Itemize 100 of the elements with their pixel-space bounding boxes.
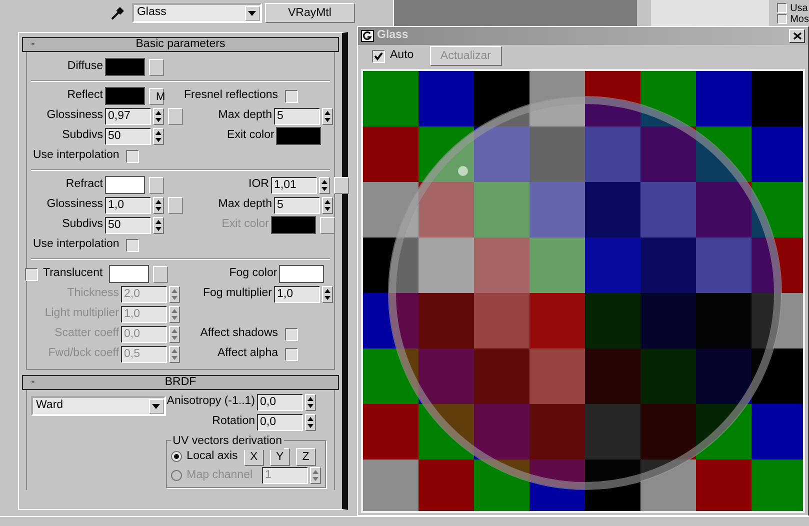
checkbox[interactable] — [285, 328, 298, 340]
up-down-arrows-icon — [311, 468, 320, 483]
number-field[interactable]: 1,01 — [271, 176, 317, 194]
spinner-button[interactable] — [153, 128, 164, 144]
rollout-header[interactable]: - BRDF — [22, 375, 339, 390]
checkmark-icon — [374, 52, 383, 60]
up-down-arrows-icon — [154, 218, 163, 232]
rollout-title: Basic parameters — [136, 38, 226, 50]
field-label: Fresnel reflections — [184, 88, 279, 104]
field-label: Affect shadows — [200, 326, 279, 342]
checkbox[interactable] — [126, 150, 140, 162]
number-field[interactable]: 1,0 — [274, 286, 320, 302]
spinner-button[interactable] — [153, 196, 164, 214]
color-swatch[interactable] — [105, 58, 145, 76]
field-label: Glossiness — [46, 197, 104, 212]
field-label: Use interpolation — [33, 237, 120, 252]
spinner-button[interactable] — [322, 196, 333, 214]
field-label: IOR — [248, 177, 270, 192]
brdf-type: Ward — [36, 398, 64, 414]
checkbox[interactable] — [25, 268, 38, 280]
collapse-toggle[interactable]: - — [31, 38, 35, 51]
up-down-arrows-icon — [170, 326, 179, 342]
radio-label: Map channel — [186, 468, 253, 483]
map-button[interactable] — [149, 58, 164, 76]
app-icon — [361, 30, 374, 42]
material-name: Glass — [136, 5, 166, 20]
checkbox-label: Auto — [390, 48, 414, 64]
field-label: Exit color — [227, 128, 276, 144]
brdf-type-dropdown[interactable]: Ward — [31, 396, 166, 416]
radio-button[interactable] — [170, 451, 182, 462]
number-field[interactable]: 1,0 — [105, 196, 151, 214]
checkbox[interactable] — [372, 50, 385, 62]
number-field[interactable]: 5 — [274, 108, 320, 124]
close-icon — [792, 32, 802, 40]
checkbox-label: Mos — [790, 14, 809, 24]
number-field[interactable]: 5 — [274, 196, 320, 214]
number-field[interactable]: 50 — [105, 128, 151, 144]
close-button[interactable] — [789, 29, 805, 43]
field-label: Anisotropy (-1..1) — [166, 394, 256, 410]
material-name-dropdown[interactable]: Glass — [132, 3, 262, 23]
field-label: Scatter coeff — [54, 326, 120, 342]
checkbox[interactable] — [285, 90, 298, 102]
up-down-arrows-icon — [154, 128, 163, 144]
number-field[interactable]: 0,97 — [105, 108, 151, 124]
caret-icon — [152, 404, 160, 408]
field-label: Use interpolation — [33, 148, 120, 164]
field-label: Reflect — [67, 88, 104, 104]
axis-button[interactable]: Z — [296, 448, 316, 466]
field-label: Max depth — [218, 108, 273, 124]
number-field[interactable]: 0,0 — [257, 414, 303, 430]
map-button[interactable]: M — [149, 88, 164, 104]
spinner-button[interactable] — [322, 108, 333, 124]
up-down-arrows-icon — [320, 178, 329, 192]
up-down-arrows-icon — [306, 394, 315, 410]
field-label: Subdivs — [62, 217, 104, 232]
field-label: Max depth — [218, 197, 273, 212]
up-down-arrows-icon — [154, 198, 163, 212]
rollout-title: BRDF — [164, 376, 196, 388]
radio-label: Local axis — [186, 448, 238, 464]
caret-icon — [248, 10, 256, 16]
up-down-arrows-icon — [306, 414, 315, 430]
spinner-button[interactable] — [153, 108, 164, 124]
field-label: Translucent — [43, 266, 104, 282]
up-down-arrows-icon — [170, 346, 179, 362]
checkbox-label: Usa — [790, 2, 808, 14]
checkbox[interactable] — [285, 348, 298, 360]
color-swatch[interactable] — [105, 87, 145, 105]
map-button[interactable] — [152, 266, 168, 282]
rollout-header[interactable]: - Basic parameters — [22, 37, 339, 52]
checkbox[interactable] — [777, 14, 788, 24]
material-type-button[interactable]: VRayMtl — [264, 3, 355, 23]
spinner-button[interactable] — [153, 216, 164, 234]
number-field[interactable]: 0,0 — [257, 394, 303, 410]
field-label: Light multiplier — [44, 306, 120, 322]
up-down-arrows-icon — [154, 108, 163, 124]
field-label: Fog multiplier — [202, 286, 273, 302]
field-label: Thickness — [67, 286, 120, 302]
field-label: Glossiness — [46, 108, 104, 124]
window-title: Glass — [377, 28, 408, 44]
spinner-button[interactable] — [305, 394, 316, 410]
collapse-toggle[interactable]: - — [31, 376, 35, 389]
field-label: Diffuse — [67, 59, 104, 74]
field-label: Fwd/bck coeff — [48, 346, 120, 362]
checkbox[interactable] — [126, 238, 140, 252]
checkbox[interactable] — [777, 3, 788, 13]
up-down-arrows-icon — [170, 306, 179, 322]
up-down-arrows-icon — [323, 108, 332, 124]
field-label: Exit color — [222, 217, 270, 232]
up-down-arrows-icon — [170, 286, 179, 302]
color-swatch[interactable] — [105, 176, 145, 194]
field-label: Subdivs — [62, 128, 104, 144]
field-label: Rotation — [212, 414, 256, 430]
color-swatch[interactable] — [108, 265, 149, 283]
spinner-button[interactable] — [322, 286, 333, 302]
eyedropper-icon — [110, 5, 126, 21]
spinner-button[interactable] — [319, 176, 330, 194]
color-swatch[interactable] — [276, 127, 322, 145]
color-swatch[interactable] — [279, 265, 324, 283]
spinner-button[interactable] — [305, 414, 316, 430]
number-field[interactable]: 50 — [105, 216, 151, 234]
